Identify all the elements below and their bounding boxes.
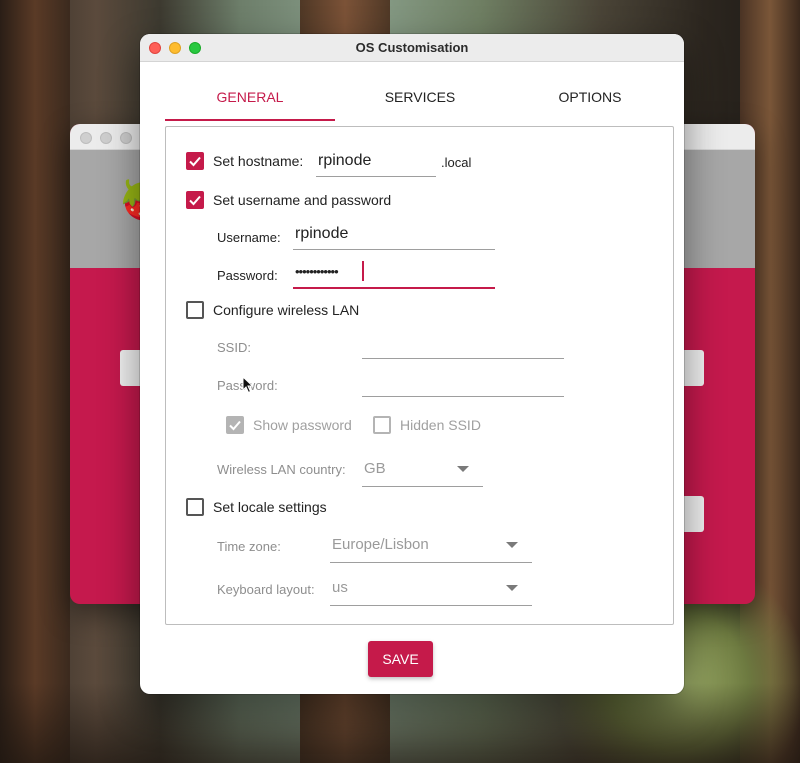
password-label: Password: xyxy=(217,268,278,283)
hostname-suffix: .local xyxy=(441,155,472,170)
save-button[interactable]: SAVE xyxy=(368,641,433,677)
hostname-row: Set hostname: xyxy=(186,152,303,170)
tab-bar: GENERAL SERVICES OPTIONS xyxy=(165,82,675,122)
window-controls xyxy=(149,42,201,54)
checkmark-icon xyxy=(189,156,201,167)
os-customisation-dialog: OS Customisation GENERAL SERVICES OPTION… xyxy=(140,34,684,694)
timezone-select[interactable]: Europe/Lisbon xyxy=(330,533,532,563)
wlan-row: Configure wireless LAN xyxy=(186,301,359,319)
wlan-checkbox-label: Configure wireless LAN xyxy=(213,302,360,318)
locale-checkbox-label: Set locale settings xyxy=(213,499,327,515)
user-checkbox[interactable] xyxy=(186,191,204,209)
hostname-input[interactable] xyxy=(316,149,436,177)
dialog-title: OS Customisation xyxy=(355,40,469,55)
wlan-password-input[interactable] xyxy=(362,371,564,397)
chevron-down-icon xyxy=(457,465,469,472)
tab-options[interactable]: OPTIONS xyxy=(505,82,675,122)
keyboard-label: Keyboard layout: xyxy=(217,582,315,597)
username-input[interactable] xyxy=(293,222,495,250)
keyboard-select[interactable]: us xyxy=(330,576,532,606)
chevron-down-icon xyxy=(506,584,518,591)
show-password-label: Show password xyxy=(253,417,352,433)
maximize-window-icon[interactable] xyxy=(189,42,201,54)
password-mask: •••••••••••• xyxy=(295,264,339,279)
user-checkbox-label: Set username and password xyxy=(213,192,392,208)
close-window-icon[interactable] xyxy=(149,42,161,54)
checkmark-icon xyxy=(229,420,241,431)
text-caret xyxy=(362,261,364,281)
tab-services[interactable]: SERVICES xyxy=(335,82,505,122)
tree-trunk-left xyxy=(0,0,70,763)
tab-general[interactable]: GENERAL xyxy=(165,82,335,122)
username-label: Username: xyxy=(217,230,281,245)
wlan-country-value: GB xyxy=(364,460,386,477)
password-input[interactable]: •••••••••••• xyxy=(293,260,495,289)
wlan-checkbox[interactable] xyxy=(186,301,204,319)
hidden-ssid-row: Hidden SSID xyxy=(373,416,481,434)
checkmark-icon xyxy=(189,195,201,206)
hidden-ssid-checkbox[interactable] xyxy=(373,416,391,434)
chevron-down-icon xyxy=(506,541,518,548)
wlan-country-select[interactable]: GB xyxy=(362,457,483,487)
show-password-row: Show password xyxy=(226,416,352,434)
locale-checkbox[interactable] xyxy=(186,498,204,516)
inactive-maximize-icon[interactable] xyxy=(120,132,132,144)
keyboard-value: us xyxy=(332,579,348,596)
inactive-close-icon[interactable] xyxy=(80,132,92,144)
timezone-label: Time zone: xyxy=(217,539,281,554)
locale-row: Set locale settings xyxy=(186,498,327,516)
mouse-pointer-icon xyxy=(242,376,254,394)
inactive-minimize-icon[interactable] xyxy=(100,132,112,144)
show-password-checkbox[interactable] xyxy=(226,416,244,434)
user-row: Set username and password xyxy=(186,191,391,209)
imager-window-controls xyxy=(80,132,132,144)
timezone-value: Europe/Lisbon xyxy=(332,536,429,553)
ground-shadow xyxy=(0,683,800,763)
dialog-titlebar: OS Customisation xyxy=(140,34,684,62)
hidden-ssid-label: Hidden SSID xyxy=(400,417,481,433)
hostname-checkbox[interactable] xyxy=(186,152,204,170)
minimize-window-icon[interactable] xyxy=(169,42,181,54)
hostname-checkbox-label: Set hostname: xyxy=(213,153,304,169)
ssid-label: SSID: xyxy=(217,340,251,355)
ssid-input[interactable] xyxy=(362,333,564,359)
wlan-country-label: Wireless LAN country: xyxy=(217,462,346,477)
